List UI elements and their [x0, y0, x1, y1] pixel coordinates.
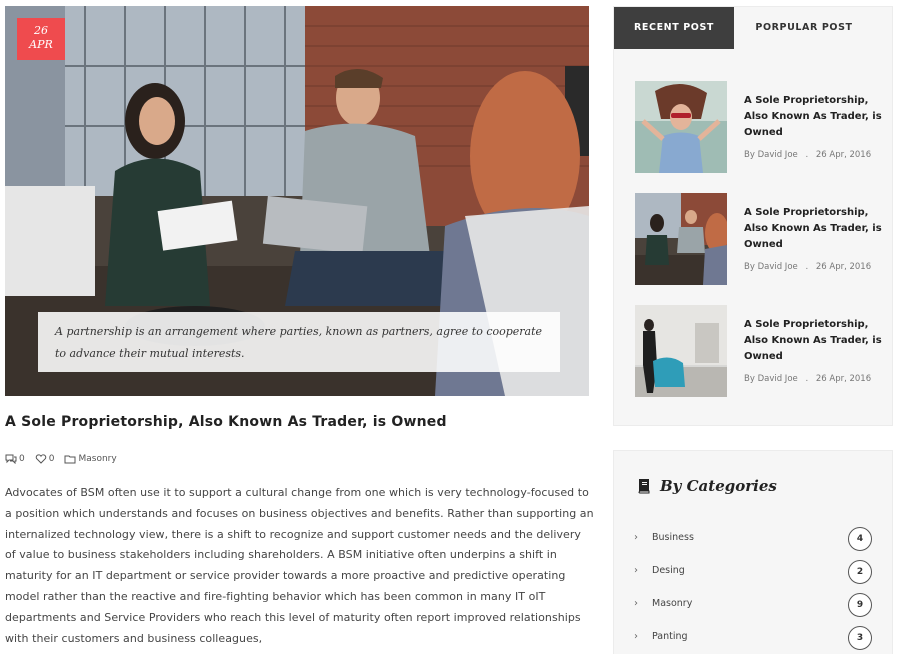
thumbnail-image [635, 305, 727, 397]
post-body-text: Advocates of BSM often use it to support… [5, 486, 594, 645]
categories-title: By Categories [660, 477, 777, 495]
recent-popular-widget: RECENT POST PORPULAR POST A Sole Proprie… [613, 6, 893, 426]
recent-post-author[interactable]: By David Joe [744, 374, 798, 384]
tab-recent-post[interactable]: RECENT POST [614, 7, 734, 49]
recent-post-thumbnail[interactable] [635, 305, 727, 397]
chevron-right-icon: › [634, 631, 638, 642]
recent-post-title[interactable]: A Sole Proprietorship, Also Known As Tra… [744, 317, 884, 365]
recent-post-author[interactable]: By David Joe [744, 150, 798, 160]
recent-post-thumbnail[interactable] [635, 193, 727, 285]
thumbnail-image [635, 193, 727, 285]
recent-post-thumbnail[interactable] [635, 81, 727, 173]
category-meta[interactable]: Masonry [64, 454, 117, 464]
recent-post-item[interactable]: A Sole Proprietorship, Also Known As Tra… [635, 81, 885, 173]
tab-popular-post[interactable]: PORPULAR POST [734, 7, 874, 49]
category-count: 9 [848, 593, 872, 617]
categories-widget: By Categories › Business 4 › Desing 2 › … [613, 450, 893, 654]
meta-separator: . [805, 374, 809, 384]
chevron-right-icon: › [634, 565, 638, 576]
categories-heading: By Categories [636, 477, 777, 495]
category-count: 3 [848, 626, 872, 650]
post-date-badge: 26 APR [17, 18, 65, 60]
folder-icon [64, 455, 76, 464]
recent-post-meta: By David Joe . 26 Apr, 2016 [744, 150, 871, 160]
post-featured-image[interactable]: 26 APR A partnership is an arrangement w… [5, 6, 589, 396]
recent-post-item[interactable]: A Sole Proprietorship, Also Known As Tra… [635, 305, 885, 397]
category-item-business[interactable]: › Business 4 [634, 527, 872, 551]
recent-post-author[interactable]: By David Joe [744, 262, 798, 272]
post-title[interactable]: A Sole Proprietorship, Also Known As Tra… [5, 414, 447, 430]
recent-post-meta: By David Joe . 26 Apr, 2016 [744, 262, 871, 272]
category-count: 2 [848, 560, 872, 584]
category-label[interactable]: Business [652, 532, 694, 543]
post-meta: 0 0 Masonry [5, 454, 127, 464]
recent-post-item[interactable]: A Sole Proprietorship, Also Known As Tra… [635, 193, 885, 285]
meta-separator: . [805, 262, 809, 272]
category-item-masonry[interactable]: › Masonry 9 [634, 593, 872, 617]
book-icon [638, 479, 650, 494]
comments-count: 0 [19, 454, 25, 464]
recent-post-date: 26 Apr, 2016 [815, 262, 872, 272]
recent-post-date: 26 Apr, 2016 [815, 374, 872, 384]
likes-meta[interactable]: 0 [35, 454, 55, 464]
post-date-month: APR [29, 38, 53, 51]
category-label[interactable]: Desing [652, 565, 685, 576]
comments-meta[interactable]: 0 [5, 454, 25, 464]
recent-post-date: 26 Apr, 2016 [815, 150, 872, 160]
post-date-day: 26 [34, 24, 48, 37]
meta-separator: . [805, 150, 809, 160]
recent-post-title[interactable]: A Sole Proprietorship, Also Known As Tra… [744, 205, 884, 253]
category-label[interactable]: Masonry [652, 598, 692, 609]
category-count: 4 [848, 527, 872, 551]
chevron-right-icon: › [634, 532, 638, 543]
likes-count: 0 [48, 454, 55, 464]
heart-icon [35, 454, 46, 464]
image-caption: A partnership is an arrangement where pa… [38, 312, 560, 372]
category-item-panting[interactable]: › Panting 3 [634, 626, 872, 650]
thumbnail-image [635, 81, 727, 173]
category-item-desing[interactable]: › Desing 2 [634, 560, 872, 584]
recent-post-meta: By David Joe . 26 Apr, 2016 [744, 374, 871, 384]
comment-icon [5, 454, 17, 464]
category-label[interactable]: Panting [652, 631, 688, 642]
chevron-right-icon: › [634, 598, 638, 609]
category-link[interactable]: Masonry [78, 454, 116, 464]
widget-tabs: RECENT POST PORPULAR POST [614, 7, 892, 49]
recent-post-title[interactable]: A Sole Proprietorship, Also Known As Tra… [744, 93, 884, 141]
